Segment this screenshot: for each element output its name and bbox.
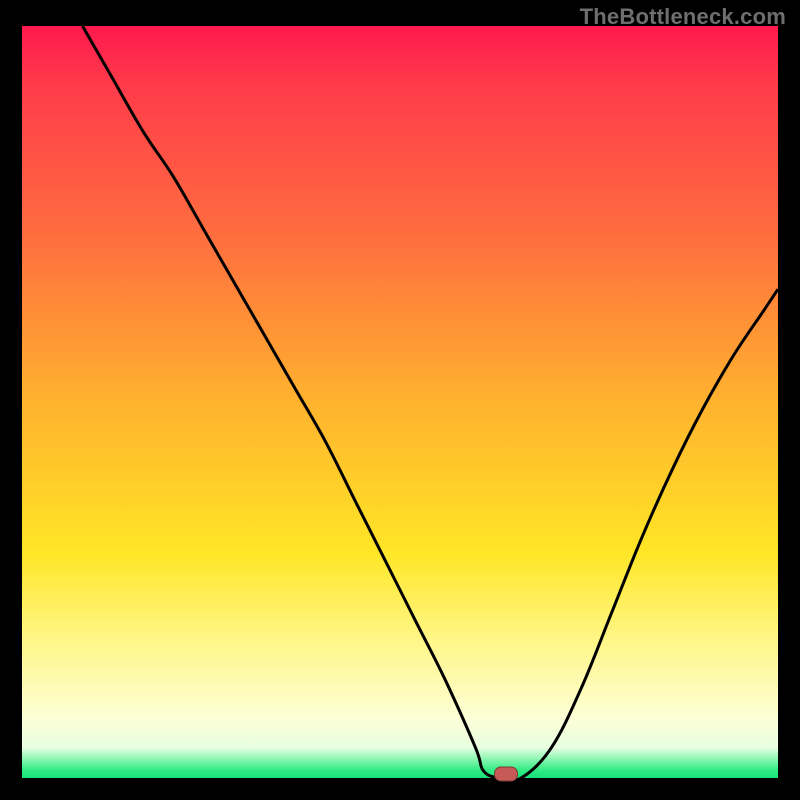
bottleneck-curve [22, 26, 778, 778]
plot-area [22, 26, 778, 778]
watermark-text: TheBottleneck.com [580, 4, 786, 30]
chart-frame: TheBottleneck.com [0, 0, 800, 800]
minimum-marker [494, 767, 518, 782]
curve-path [83, 26, 779, 778]
